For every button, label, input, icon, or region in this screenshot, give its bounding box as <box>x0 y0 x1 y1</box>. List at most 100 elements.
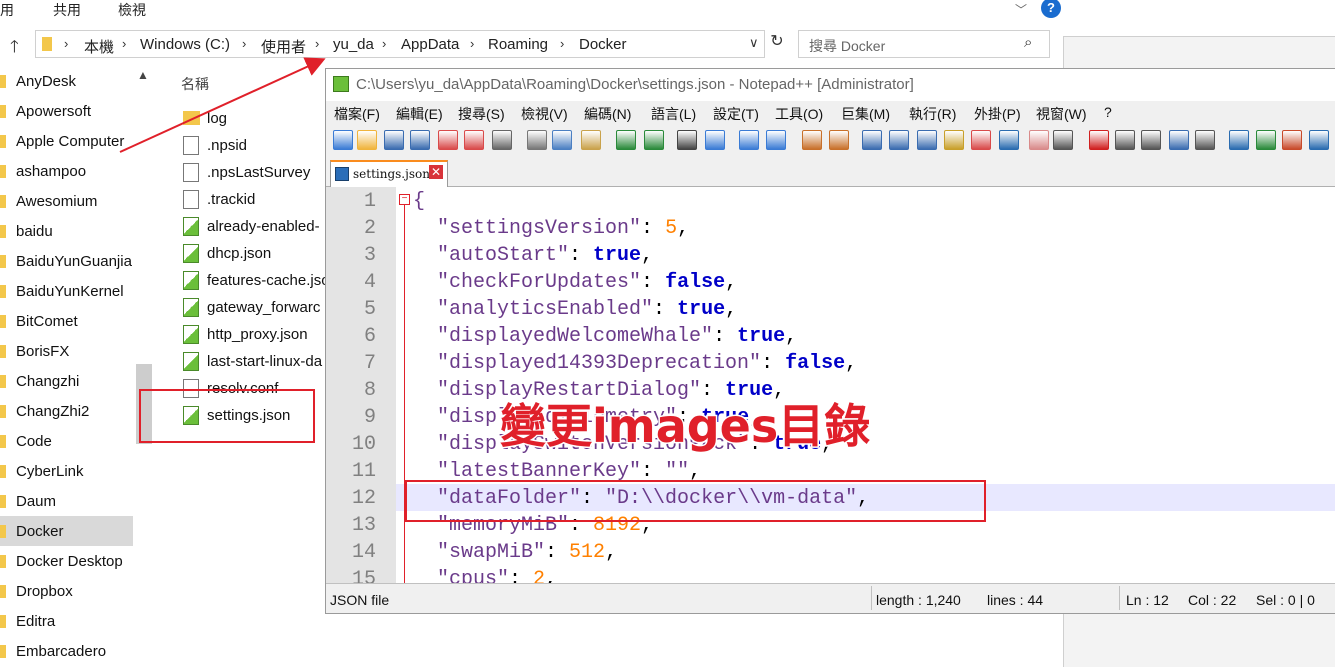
breadcrumb-separator[interactable]: › <box>122 36 126 51</box>
up-arrow-icon[interactable]: 🡑 <box>10 34 19 63</box>
breadcrumb-docker[interactable]: Docker <box>579 36 627 53</box>
plugin-b-icon[interactable] <box>1256 130 1276 150</box>
sidebar-item[interactable]: ChangZhi2 <box>0 396 133 426</box>
breadcrumb-separator[interactable]: › <box>242 36 246 51</box>
sync-vertical-icon[interactable] <box>802 130 822 150</box>
code-line[interactable]: 7 "displayed14393Deprecation": false, <box>326 351 1335 378</box>
menu-item[interactable]: 工具(O) <box>775 104 823 124</box>
menu-item[interactable]: 編輯(E) <box>396 104 443 124</box>
plugin-c-icon[interactable] <box>1282 130 1302 150</box>
cut-icon[interactable] <box>527 130 547 150</box>
menu-item[interactable]: 編碼(N) <box>584 104 631 124</box>
sidebar-item[interactable]: Embarcadero <box>0 636 133 666</box>
function-list-icon[interactable] <box>999 130 1019 150</box>
menu-item[interactable]: 視窗(W) <box>1036 104 1087 124</box>
breadcrumb-roaming[interactable]: Roaming <box>488 36 548 53</box>
code-line[interactable]: 1{ <box>326 189 1335 216</box>
sidebar-item[interactable]: Docker Desktop <box>0 546 133 576</box>
breadcrumb-separator[interactable]: › <box>560 36 564 51</box>
code-line[interactable]: 4 "checkForUpdates": false, <box>326 270 1335 297</box>
copy-icon[interactable] <box>552 130 572 150</box>
menu-item[interactable]: 檢視(V) <box>521 104 568 124</box>
menu-item[interactable]: 語言(L) <box>651 104 696 124</box>
sidebar-item[interactable]: Code <box>0 426 133 456</box>
sync-horizontal-icon[interactable] <box>829 130 849 150</box>
paste-icon[interactable] <box>581 130 601 150</box>
run-macro-icon[interactable] <box>1169 130 1189 150</box>
monitor-icon[interactable] <box>1053 130 1073 150</box>
breadcrumb-separator[interactable]: › <box>64 36 68 51</box>
sidebar-item[interactable]: BorisFX <box>0 336 133 366</box>
replace-icon[interactable] <box>705 130 725 150</box>
zoom-out-icon[interactable] <box>766 130 786 150</box>
sidebar-item[interactable]: ashampoo <box>0 156 133 186</box>
menu-item[interactable]: 設定(T) <box>713 104 759 124</box>
menu-item[interactable]: 巨集(M) <box>841 104 890 124</box>
save-macro-icon[interactable] <box>1195 130 1215 150</box>
file-list-item[interactable]: gateway_forwarc <box>181 295 331 322</box>
sidebar-item[interactable]: Awesomium <box>0 186 133 216</box>
file-list-item[interactable]: .trackid <box>181 187 331 214</box>
column-header-name[interactable]: 名稱 <box>181 74 209 94</box>
ribbon-tab-share[interactable]: 共用 <box>53 0 81 20</box>
sidebar-item[interactable]: Editra <box>0 606 133 636</box>
sidebar-item[interactable]: baidu <box>0 216 133 246</box>
menu-item[interactable]: 檔案(F) <box>334 104 380 124</box>
doc-map-icon[interactable] <box>971 130 991 150</box>
sidebar-item[interactable]: AnyDesk <box>0 66 133 96</box>
code-line[interactable]: 2 "settingsVersion": 5, <box>326 216 1335 243</box>
save-all-icon[interactable] <box>410 130 430 150</box>
scroll-up-icon[interactable]: ▲ <box>137 68 149 82</box>
plugin-d-icon[interactable] <box>1309 130 1329 150</box>
udl-icon[interactable] <box>944 130 964 150</box>
sidebar-item[interactable]: Dropbox <box>0 576 133 606</box>
ribbon-expand-chevron-icon[interactable]: ﹀ <box>1015 1 1027 18</box>
folder-workspace-icon[interactable] <box>1029 130 1049 150</box>
breadcrumb-appdata[interactable]: AppData <box>401 36 459 53</box>
file-list-item[interactable]: .npsLastSurvey <box>181 160 331 187</box>
breadcrumb-separator[interactable]: › <box>315 36 319 51</box>
file-list-item[interactable]: log <box>181 106 331 133</box>
record-macro-icon[interactable] <box>1089 130 1109 150</box>
search-input[interactable]: 搜尋 Docker ⌕ <box>798 30 1050 58</box>
file-list-item[interactable]: dhcp.json <box>181 241 331 268</box>
help-icon[interactable]: ? <box>1041 0 1061 18</box>
zoom-in-icon[interactable] <box>739 130 759 150</box>
code-line[interactable]: 15 "cpus": 2, <box>326 567 1335 583</box>
stop-macro-icon[interactable] <box>1115 130 1135 150</box>
sidebar-item[interactable]: CyberLink <box>0 456 133 486</box>
breadcrumb-separator[interactable]: › <box>382 36 386 51</box>
code-line[interactable]: 14 "swapMiB": 512, <box>326 540 1335 567</box>
file-list-item[interactable]: last-start-linux-da <box>181 349 331 376</box>
breadcrumb-yu-da[interactable]: yu_da <box>333 36 374 53</box>
breadcrumb-separator[interactable]: › <box>470 36 474 51</box>
sidebar-item[interactable]: BitComet <box>0 306 133 336</box>
new-file-icon[interactable] <box>333 130 353 150</box>
code-editor[interactable]: − 1{2 "settingsVersion": 5, 3 "autoStart"… <box>326 187 1335 583</box>
address-bar[interactable]: › 本機 › Windows (C:) › 使用者 › yu_da › AppD… <box>35 30 765 58</box>
sidebar-item[interactable]: Daum <box>0 486 133 516</box>
sidebar-item[interactable]: Apple Computer <box>0 126 133 156</box>
search-icon[interactable]: ⌕ <box>1024 34 1032 51</box>
tab-settings-json[interactable]: settings.json ✕ <box>330 160 448 187</box>
address-dropdown-chevron-icon[interactable]: ∨ <box>749 35 759 51</box>
ribbon-tab-home[interactable]: 使用 <box>0 0 14 20</box>
file-list-item[interactable]: features-cache.jso <box>181 268 331 295</box>
sidebar-item[interactable]: Docker <box>0 516 133 546</box>
breadcrumb-windows-c[interactable]: Windows (C:) <box>140 36 230 53</box>
refresh-icon[interactable]: ↻ <box>766 31 788 53</box>
menu-item[interactable]: ? <box>1104 104 1112 120</box>
file-list-item[interactable]: .npsid <box>181 133 331 160</box>
play-macro-icon[interactable] <box>1141 130 1161 150</box>
indent-guide-icon[interactable] <box>917 130 937 150</box>
print-icon[interactable] <box>492 130 512 150</box>
code-line[interactable]: 6 "displayedWelcomeWhale": true, <box>326 324 1335 351</box>
close-all-icon[interactable] <box>464 130 484 150</box>
code-line[interactable]: 5 "analyticsEnabled": true, <box>326 297 1335 324</box>
ribbon-tab-view[interactable]: 檢視 <box>118 0 146 20</box>
sidebar-item[interactable]: Changzhi <box>0 366 133 396</box>
open-file-icon[interactable] <box>357 130 377 150</box>
breadcrumb-users[interactable]: 使用者 <box>261 36 306 57</box>
breadcrumb-this-pc[interactable]: 本機 <box>84 36 114 57</box>
find-icon[interactable] <box>677 130 697 150</box>
